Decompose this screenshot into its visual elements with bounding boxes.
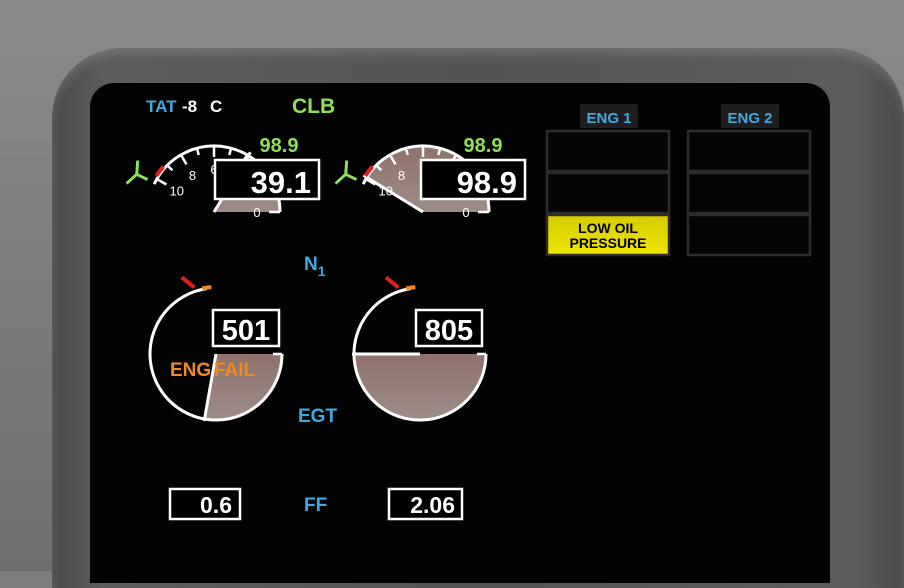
ff-label: FF [304, 495, 327, 516]
alert-text-line: PRESSURE [569, 235, 646, 251]
n1-scale-label: 0 [462, 205, 469, 220]
n1-tick [437, 147, 442, 156]
ff-value-engine-2: 2.06 [410, 492, 455, 518]
alert-column-title: ENG 1 [586, 110, 631, 127]
n1-target-engine-2: 98.9 [464, 135, 503, 157]
alert-cell-empty [686, 213, 812, 257]
n1-tick [166, 164, 174, 172]
alert-cell-empty [545, 129, 671, 173]
ff-value-engine-1: 0.6 [200, 492, 232, 518]
n1-scale-label: 8 [398, 168, 405, 183]
egt-amber-limit [405, 285, 416, 291]
engine-display: TAT -8 C CLB 1086420 1086420 98.9 98.9 3… [125, 95, 812, 521]
tat-unit: C [210, 97, 222, 116]
n1-scale-label: 10 [170, 184, 184, 199]
n1-tick [195, 147, 200, 156]
egt-redline [180, 275, 196, 289]
egt-label: EGT [298, 406, 337, 427]
n1-value-engine-1: 39.1 [251, 165, 311, 200]
egt-value-engine-2: 805 [425, 315, 473, 347]
alert-column-title: ENG 2 [727, 110, 772, 127]
tat-value: -8 [182, 97, 197, 116]
egt-fill-sector [354, 354, 486, 420]
alert-cell-empty [686, 171, 812, 215]
n1-target-marker [345, 172, 358, 181]
egt-gauge-engine-2 [352, 275, 488, 422]
n1-target-marker-arm [334, 173, 347, 185]
alert-cell-empty [686, 129, 812, 173]
n1-tick [156, 177, 167, 186]
n1-scale-label: 8 [189, 168, 196, 183]
eng-fail-label-right: FAIL [214, 360, 256, 381]
thrust-mode: CLB [292, 95, 335, 118]
n1-target-marker-arm [125, 173, 138, 185]
egt-redline [384, 275, 400, 289]
tat-label: TAT [146, 97, 177, 116]
n1-target-marker-arm [344, 160, 349, 175]
egt-value-engine-1: 501 [222, 315, 270, 347]
n1-target-marker-arm [135, 160, 140, 175]
engine-alert-panel: ENG 1 LOW OILPRESSURE ENG 2 [545, 104, 812, 257]
n1-tick [228, 147, 233, 156]
n1-value-engine-2: 98.9 [457, 165, 517, 200]
n1-tick [404, 147, 409, 156]
alert-cell-empty [545, 171, 671, 215]
n1-tick [179, 154, 188, 165]
n1-target-engine-1: 98.9 [260, 135, 299, 157]
eng-fail-label-left: ENG [170, 360, 211, 381]
egt-amber-limit [201, 285, 212, 291]
alert-text-line: LOW OIL [578, 220, 638, 236]
n1-target-marker [136, 172, 149, 181]
n1-scale-label: 0 [253, 205, 260, 220]
egt-gauge-engine-1 [148, 275, 284, 422]
